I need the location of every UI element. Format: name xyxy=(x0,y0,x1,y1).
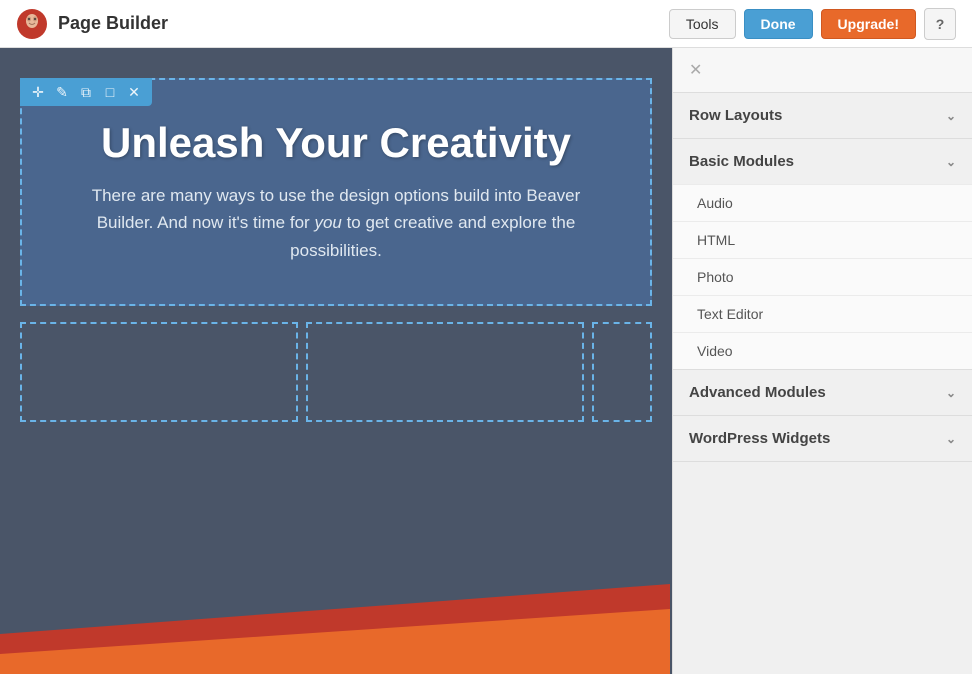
resize-row-icon[interactable]: □ xyxy=(100,82,120,102)
sidebar-item-video[interactable]: Video xyxy=(673,332,972,369)
sidebar-close-bar: ✕ xyxy=(673,48,972,93)
advanced-modules-header[interactable]: Advanced Modules ⌄ xyxy=(673,370,972,415)
content-body: There are many ways to use the design op… xyxy=(86,182,586,284)
sidebar: ✕ Row Layouts ⌄ Basic Modules ⌄ Audio HT… xyxy=(672,48,972,674)
basic-modules-items: Audio HTML Photo Text Editor Video xyxy=(673,184,972,369)
row-layouts-chevron: ⌄ xyxy=(946,109,956,123)
app-header: Page Builder Tools Done Upgrade! ? xyxy=(0,0,972,48)
empty-column-3[interactable] xyxy=(592,322,652,422)
canvas-decoration xyxy=(0,554,670,674)
wordpress-widgets-header[interactable]: WordPress Widgets ⌄ xyxy=(673,416,972,461)
basic-modules-chevron: ⌄ xyxy=(946,155,956,169)
content-heading: Unleash Your Creativity xyxy=(42,120,630,166)
sidebar-section-basic-modules: Basic Modules ⌄ Audio HTML Photo Text Ed… xyxy=(673,139,972,370)
sidebar-item-html[interactable]: HTML xyxy=(673,221,972,258)
done-button[interactable]: Done xyxy=(744,9,813,39)
tools-button[interactable]: Tools xyxy=(669,9,736,39)
move-row-icon[interactable]: ✛ xyxy=(28,82,48,102)
empty-column-2[interactable] xyxy=(306,322,584,422)
row-layouts-label: Row Layouts xyxy=(689,107,782,124)
help-button[interactable]: ? xyxy=(924,8,956,40)
edit-row-icon[interactable]: ✎ xyxy=(52,82,72,102)
sidebar-section-row-layouts: Row Layouts ⌄ xyxy=(673,93,972,139)
canvas: ✛ ✎ ⧉ □ ✕ Unleash Your Creativity There … xyxy=(0,48,672,674)
advanced-modules-chevron: ⌄ xyxy=(946,386,956,400)
basic-modules-header[interactable]: Basic Modules ⌄ xyxy=(673,139,972,184)
app-title: Page Builder xyxy=(58,13,168,34)
wordpress-widgets-label: WordPress Widgets xyxy=(689,430,830,447)
sidebar-item-photo[interactable]: Photo xyxy=(673,258,972,295)
content-body-italic: you xyxy=(314,213,341,232)
upgrade-button[interactable]: Upgrade! xyxy=(821,9,916,39)
advanced-modules-label: Advanced Modules xyxy=(689,384,826,401)
empty-column-1[interactable] xyxy=(20,322,298,422)
sidebar-item-text-editor[interactable]: Text Editor xyxy=(673,295,972,332)
sidebar-section-wordpress-widgets: WordPress Widgets ⌄ xyxy=(673,416,972,462)
header-right: Tools Done Upgrade! ? xyxy=(669,8,956,40)
close-row-icon[interactable]: ✕ xyxy=(124,82,144,102)
sidebar-section-advanced-modules: Advanced Modules ⌄ xyxy=(673,370,972,416)
main-area: ✛ ✎ ⧉ □ ✕ Unleash Your Creativity There … xyxy=(0,48,972,674)
row-layouts-header[interactable]: Row Layouts ⌄ xyxy=(673,93,972,138)
row-toolbar: ✛ ✎ ⧉ □ ✕ xyxy=(20,78,152,106)
duplicate-row-icon[interactable]: ⧉ xyxy=(76,82,96,102)
sidebar-close-icon[interactable]: ✕ xyxy=(689,60,702,80)
app-logo-icon xyxy=(16,8,48,40)
sidebar-item-audio[interactable]: Audio xyxy=(673,184,972,221)
content-row[interactable]: ✛ ✎ ⧉ □ ✕ Unleash Your Creativity There … xyxy=(20,78,652,306)
columns-row xyxy=(20,322,652,422)
header-left: Page Builder xyxy=(16,8,168,40)
basic-modules-label: Basic Modules xyxy=(689,153,794,170)
wordpress-widgets-chevron: ⌄ xyxy=(946,432,956,446)
